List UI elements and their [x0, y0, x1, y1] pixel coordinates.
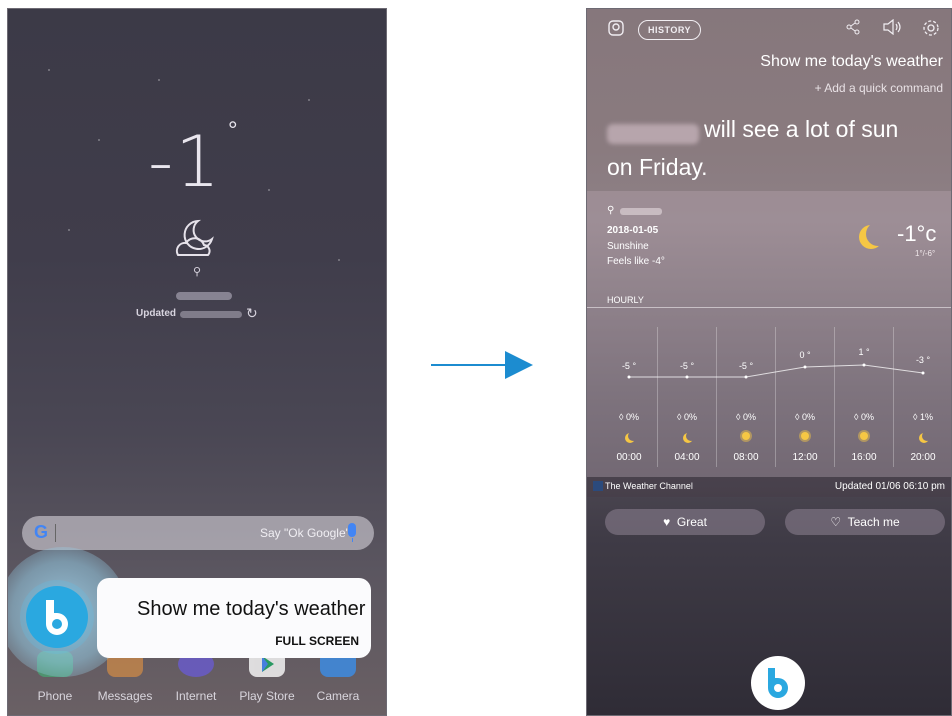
settings-gear-icon[interactable] [922, 19, 940, 41]
history-button[interactable]: HISTORY [638, 20, 701, 40]
microphone-stand [352, 538, 353, 542]
hourly-label: HOURLY [607, 295, 644, 305]
precip-value: 0% [625, 412, 639, 422]
moon-icon [628, 431, 638, 441]
location-name-blurred [176, 292, 232, 300]
precip-value: 0% [801, 412, 815, 422]
share-icon[interactable] [845, 19, 861, 39]
hourly-time: 04:00 [674, 452, 700, 463]
star [308, 99, 310, 101]
response-location-blurred [607, 124, 699, 144]
precip-value: 0% [683, 412, 697, 422]
hourly-time: 00:00 [616, 452, 642, 463]
moon-icon [922, 431, 932, 441]
hourly-precip-1600: ◊ 0% [854, 412, 874, 422]
current-temperature: -1°c [897, 221, 937, 246]
search-placeholder: Say "Ok Google" [260, 526, 350, 540]
star [268, 189, 270, 191]
hourly-precip-0000: ◊ 0% [619, 412, 639, 422]
speaker-icon[interactable] [882, 18, 902, 39]
bixby-b-icon [768, 668, 788, 698]
moon-icon [866, 222, 890, 246]
precip-value: 0% [860, 412, 874, 422]
hourly-precip-1200: ◊ 0% [795, 412, 815, 422]
updated-time-blurred [180, 311, 242, 318]
text-cursor [55, 524, 56, 542]
response-line-2: on Friday. [607, 154, 708, 180]
hourly-precip-2000: ◊ 1% [913, 412, 933, 422]
moon-icon [686, 431, 696, 441]
hourly-temp-0400: -5 ° [679, 361, 695, 371]
great-label: Great [676, 515, 707, 529]
hourly-time: 16:00 [851, 452, 877, 463]
sun-icon [860, 432, 868, 440]
weather-channel-logo-icon [593, 481, 603, 491]
sun-icon [801, 432, 809, 440]
location-pin-icon: ⚲ [607, 205, 615, 216]
star [158, 79, 160, 81]
dock-label-play-store: Play Store [239, 689, 295, 703]
hourly-temp-0000: -5 ° [621, 361, 637, 371]
weather-condition: Sunshine [607, 241, 649, 252]
city-name-blurred [620, 208, 662, 215]
hourly-temp-2000: -3 ° [915, 355, 931, 365]
temperature-range: 1°/-6° [915, 249, 936, 258]
bixby-button[interactable] [751, 656, 805, 710]
heart-filled-icon: ♥ [663, 515, 671, 529]
star [68, 229, 70, 231]
hourly-time: 12:00 [792, 452, 818, 463]
response-line-1: will see a lot of sun [704, 116, 899, 142]
hourly-time: 08:00 [733, 452, 759, 463]
hourly-precip-0400: ◊ 0% [677, 412, 697, 422]
full-screen-button[interactable]: FULL SCREEN [275, 634, 359, 648]
provider-name[interactable]: The Weather Channel [605, 481, 693, 491]
precip-value: 1% [919, 412, 933, 422]
dock-label-internet: Internet [175, 689, 217, 703]
left-phone-screen: -1 ° ⚲ Updated ↻ G Say "Ok Google" Phone… [7, 8, 387, 716]
dock-label-camera: Camera [316, 689, 360, 703]
hourly-temp-1600: 1 ° [858, 347, 870, 357]
teach-me-label: Teach me [847, 515, 900, 529]
location-pin-icon: ⚲ [193, 266, 202, 278]
bixby-query-text: Show me today's weather [137, 598, 366, 620]
dock-label-phone: Phone [37, 689, 73, 703]
weather-updated-time: Updated 01/06 06:10 pm [834, 481, 945, 492]
night-cloud-icon [175, 219, 214, 256]
great-button[interactable]: ♥ Great [605, 509, 765, 535]
star [98, 139, 100, 141]
weather-date: 2018-01-05 [607, 225, 659, 236]
bixby-button[interactable] [26, 586, 88, 648]
dock-label-messages: Messages [97, 689, 153, 703]
lock-temperature: -1 [148, 121, 222, 203]
bixby-popup[interactable]: Show me today's weather FULL SCREEN [97, 578, 371, 658]
hourly-precip-0800: ◊ 0% [736, 412, 756, 422]
profile-icon[interactable] [607, 19, 625, 41]
star [48, 69, 50, 71]
heart-outline-icon: ♡ [830, 515, 842, 529]
add-quick-command-link[interactable]: + Add a quick command [815, 81, 943, 95]
refresh-icon[interactable]: ↻ [246, 305, 258, 322]
sun-icon [742, 432, 750, 440]
updated-label: Updated [136, 308, 176, 319]
hourly-temp-1200: 0 ° [799, 350, 811, 360]
transition-arrow-head [505, 351, 533, 379]
hourly-time: 20:00 [910, 452, 936, 463]
microphone-icon[interactable] [348, 523, 356, 537]
feels-like: Feels like -4° [607, 256, 665, 267]
precip-value: 0% [742, 412, 756, 422]
teach-me-button[interactable]: ♡ Teach me [785, 509, 945, 535]
right-phone-screen: HISTORY Show me today's weather + Add a … [586, 8, 952, 716]
google-logo-icon: G [34, 522, 49, 542]
hourly-temp-0800: -5 ° [738, 361, 754, 371]
google-search-bar[interactable]: G Say "Ok Google" [22, 516, 374, 550]
star [338, 259, 340, 261]
lock-degree-symbol: ° [228, 117, 238, 144]
bixby-b-icon [46, 600, 68, 635]
user-query: Show me today's weather [760, 53, 943, 70]
hourly-divider [587, 307, 951, 308]
